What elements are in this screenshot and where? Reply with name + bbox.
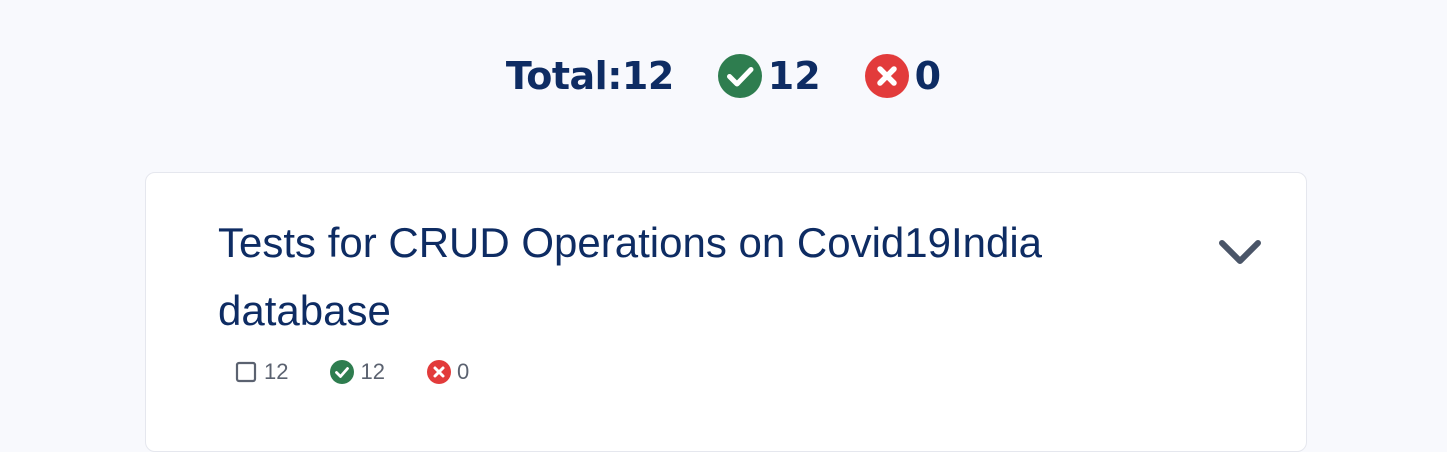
failed-summary: 0 — [864, 54, 942, 98]
check-circle-icon — [717, 54, 762, 98]
total-count: Total:12 — [505, 54, 674, 98]
square-outline-icon — [234, 360, 258, 384]
check-circle-icon — [330, 360, 355, 384]
x-circle-icon — [426, 360, 451, 384]
suite-failed-count: 0 — [456, 359, 470, 384]
results-summary: Total:12 12 0 — [0, 48, 1447, 104]
suite-title: Tests for CRUD Operations on Covid19Indi… — [218, 219, 1043, 334]
suite-total-stat: 12 — [234, 359, 288, 385]
suite-passed-stat: 12 — [330, 359, 385, 385]
suite-failed-stat: 0 — [426, 359, 470, 385]
test-suite-card[interactable]: Tests for CRUD Operations on Covid19Indi… — [145, 172, 1307, 452]
failed-count: 0 — [914, 54, 942, 98]
x-circle-icon — [864, 54, 909, 98]
suite-stats: 12 12 0 — [234, 359, 511, 385]
suite-total-count: 12 — [264, 359, 289, 384]
suite-passed-count: 12 — [360, 359, 385, 384]
passed-count: 12 — [767, 54, 821, 98]
chevron-down-icon[interactable] — [1216, 235, 1264, 275]
passed-summary: 12 — [717, 54, 821, 98]
